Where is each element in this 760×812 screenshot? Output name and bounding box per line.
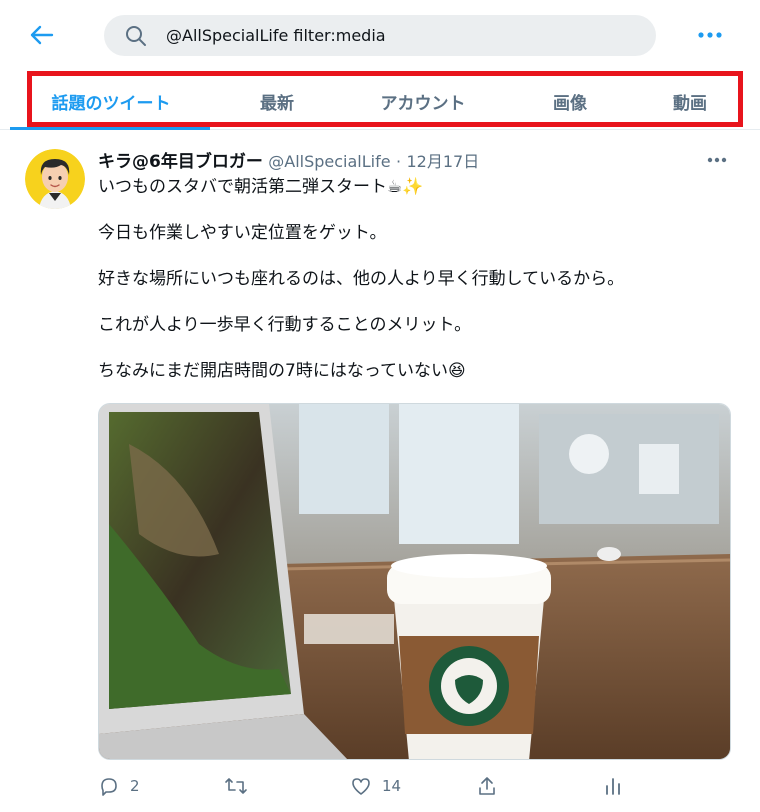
top-bar [0, 0, 760, 70]
tweet-date[interactable]: 12月17日 [406, 152, 479, 171]
active-tab-indicator [10, 127, 210, 130]
tab-latest[interactable]: 最新 [240, 72, 314, 130]
tweet-header: キラ@6年目ブロガー @AllSpecialLife · 12月17日 [98, 147, 479, 172]
avatar[interactable] [25, 149, 85, 209]
more-options-icon[interactable] [690, 22, 730, 48]
share-icon [479, 777, 495, 795]
tab-videos[interactable]: 動画 [650, 72, 730, 130]
author-handle[interactable]: @AllSpecialLife [268, 152, 390, 171]
analytics-icon [606, 778, 620, 795]
cafe-photo-illustration [99, 404, 730, 759]
separator-dot: · [395, 152, 402, 171]
heart-icon [352, 778, 370, 795]
search-icon [124, 24, 148, 52]
tweet-line: これが人より一歩早く行動することのメリット。 [98, 315, 472, 335]
tweet-actions: 2 14 [98, 771, 718, 801]
search-box[interactable] [104, 15, 656, 56]
tweet-more-icon[interactable] [700, 149, 734, 171]
retweet-button[interactable] [224, 771, 258, 801]
like-count: 14 [382, 777, 402, 795]
tweet-line: いつものスタバで朝活第二弾スタート☕✨ [98, 177, 424, 197]
tab-top-tweets[interactable]: 話題のツイート [30, 72, 192, 130]
reply-button[interactable]: 2 [98, 771, 140, 801]
search-tabs: 話題のツイート 最新 アカウント 画像 動画 [0, 72, 760, 130]
reply-count: 2 [130, 777, 140, 795]
tweet-text: いつものスタバで朝活第二弾スタート☕✨ 今日も作業しやすい定位置をゲット。 好き… [98, 175, 738, 405]
tweet-line: ちなみにまだ開店時間の7時にはなっていない😆 [98, 361, 466, 381]
tab-images[interactable]: 画像 [530, 72, 610, 130]
tweet[interactable]: キラ@6年目ブロガー @AllSpecialLife · 12月17日 いつもの… [0, 131, 760, 812]
like-button[interactable]: 14 [350, 771, 401, 801]
reply-icon [101, 778, 117, 796]
tweet-line: 好きな場所にいつも座れるのは、他の人より早く行動しているから。 [98, 269, 625, 289]
back-arrow-icon[interactable] [22, 18, 62, 52]
tweet-line: 今日も作業しやすい定位置をゲット。 [98, 223, 387, 243]
tab-accounts[interactable]: アカウント [360, 72, 486, 130]
search-input[interactable] [166, 15, 636, 56]
share-button[interactable] [476, 771, 498, 801]
author-name[interactable]: キラ@6年目ブロガー [98, 152, 263, 172]
retweet-icon [225, 778, 247, 794]
analytics-button[interactable] [602, 771, 624, 801]
tweet-photo[interactable] [98, 403, 731, 760]
